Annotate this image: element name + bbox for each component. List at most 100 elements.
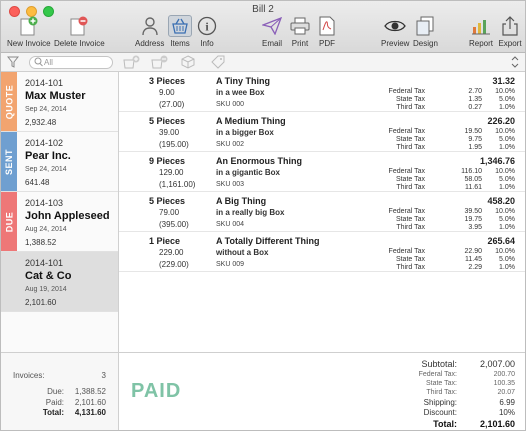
items-button[interactable]: Items [168,15,192,48]
item-quantity: 3 Pieces [149,76,186,86]
discount-value: 10% [498,408,515,417]
invoice-summary: PAID Subtotal: 2,007.00 Federal Tax: 200… [119,352,525,430]
status-tag: SENT [1,132,17,191]
add-item-icon[interactable] [123,55,141,71]
filter-bar: All [1,53,525,72]
export-button[interactable]: Export [498,15,522,48]
client-name: Max Muster [25,90,86,102]
new-invoice-button[interactable]: New Invoice [7,15,51,48]
search-icon [34,57,43,70]
item-total: 31.32 [492,76,515,86]
line-item[interactable]: 5 Pieces 79.00 (395.00) A Big Thing in a… [119,192,525,232]
item-quantity: 1 Piece [149,236,181,246]
invoice-card-selected[interactable]: 2014-101 Cat & Co Aug 19, 2014 2,101.60 [1,252,118,312]
line-item[interactable]: 5 Pieces 39.00 (195.00) A Medium Thing i… [119,112,525,152]
delete-invoice-button[interactable]: Delete Invoice [54,15,105,48]
item-price: 9.00 [159,88,175,97]
invoice-list: QUOTE 2014-101 Max Muster Sep 24, 2014 2… [1,72,119,352]
delete-invoice-icon [67,15,91,37]
invoice-date: Aug 19, 2014 [25,286,67,293]
item-sku: SKU 009 [216,261,245,268]
item-total: 458.20 [487,196,515,206]
invoice-totals-panel: Invoices: 3 Due: 1,388.52 Paid: 2,101.60… [1,352,119,430]
pdf-button[interactable]: PDF [315,15,339,48]
item-name: A Big Thing [216,196,267,206]
item-sku: SKU 002 [216,141,245,148]
info-icon: i [195,15,219,37]
third-tax-value: 20.07 [497,389,515,396]
line-item[interactable]: 1 Piece 229.00 (229.00) A Totally Differ… [119,232,525,272]
basket-icon [168,15,192,37]
invoice-date: Sep 24, 2014 [25,166,67,173]
item-quantity: 5 Pieces [149,116,186,126]
item-name: A Medium Thing [216,116,286,126]
share-icon [498,15,522,37]
invoice-amount: 2,932.48 [25,118,57,127]
report-button[interactable]: Report [469,15,493,48]
eye-icon [383,15,407,37]
shipping-value: 6.99 [499,398,515,407]
client-name: Pear Inc. [25,150,71,162]
grand-total: 4,131.60 [74,408,106,417]
address-button[interactable]: Address [135,15,164,48]
new-invoice-icon [17,15,41,37]
item-description: in a bigger Box [216,128,274,137]
federal-tax-value: 200.70 [493,371,515,378]
item-description: in a really big Box [216,208,285,217]
info-button[interactable]: i Info [195,15,219,48]
invoice-date: Aug 24, 2014 [25,226,67,233]
bar-chart-icon [469,15,493,37]
sort-chevron-icon[interactable] [511,56,519,70]
invoice-number: 2014-101 [25,78,64,88]
invoice-amount: 2,101.60 [25,298,57,307]
item-name: A Totally Different Thing [216,236,320,246]
invoice-total-value: 2,101.60 [479,419,515,429]
item-total: 1,346.76 [479,156,515,166]
item-price: 79.00 [159,208,180,217]
paid-status-label: PAID [131,380,182,402]
invoice-card[interactable]: SENT 2014-102 Pear Inc. Sep 24, 2014 641… [1,132,118,192]
tag-icon[interactable] [211,55,225,71]
due-total: 1,388.52 [74,387,106,396]
item-description: in a gigantic Box [216,168,281,177]
invoice-number: 2014-103 [25,198,64,208]
item-sku: SKU 000 [216,101,245,108]
item-sku: SKU 003 [216,181,245,188]
remove-item-icon[interactable] [151,55,169,71]
search-input[interactable]: All [29,56,113,69]
state-tax-value: 100.35 [493,380,515,387]
item-name: An Enormous Thing [216,156,302,166]
invoice-window: Bill 2 New Invoice Delete Invoice Addres… [0,0,526,431]
line-item[interactable]: 9 Pieces 129.00 (1,161.00) An Enormous T… [119,152,525,192]
item-price: 229.00 [159,248,184,257]
item-quantity: 5 Pieces [149,196,186,206]
item-subtotal: (195.00) [159,140,189,149]
item-subtotal: (395.00) [159,220,189,229]
client-name: John Appleseed [25,210,110,222]
paid-total: 2,101.60 [74,398,106,407]
item-price: 129.00 [159,168,184,177]
pdf-icon [315,15,339,37]
email-button[interactable]: Email [260,15,284,48]
invoice-amount: 1,388.52 [25,238,57,247]
status-tag: DUE [1,192,17,251]
filter-icon[interactable] [6,56,20,70]
box-icon[interactable] [181,55,195,71]
subtotal-value: 2,007.00 [479,359,515,369]
invoice-card[interactable]: QUOTE 2014-101 Max Muster Sep 24, 2014 2… [1,72,118,132]
design-button[interactable]: Design [413,15,438,48]
item-total: 265.64 [487,236,515,246]
item-sku: SKU 004 [216,221,245,228]
titlebar: Bill 2 New Invoice Delete Invoice Addres… [1,1,525,53]
svg-text:i: i [205,20,209,34]
status-tag: QUOTE [1,72,17,131]
invoice-number: 2014-102 [25,138,64,148]
item-quantity: 9 Pieces [149,156,186,166]
preview-button[interactable]: Preview [381,15,409,48]
item-subtotal: (229.00) [159,260,189,269]
printer-icon [288,15,312,37]
line-item[interactable]: 3 Pieces 9.00 (27.00) A Tiny Thing in a … [119,72,525,112]
invoice-amount: 641.48 [25,178,50,187]
print-button[interactable]: Print [288,15,312,48]
invoice-card[interactable]: DUE 2014-103 John Appleseed Aug 24, 2014… [1,192,118,252]
